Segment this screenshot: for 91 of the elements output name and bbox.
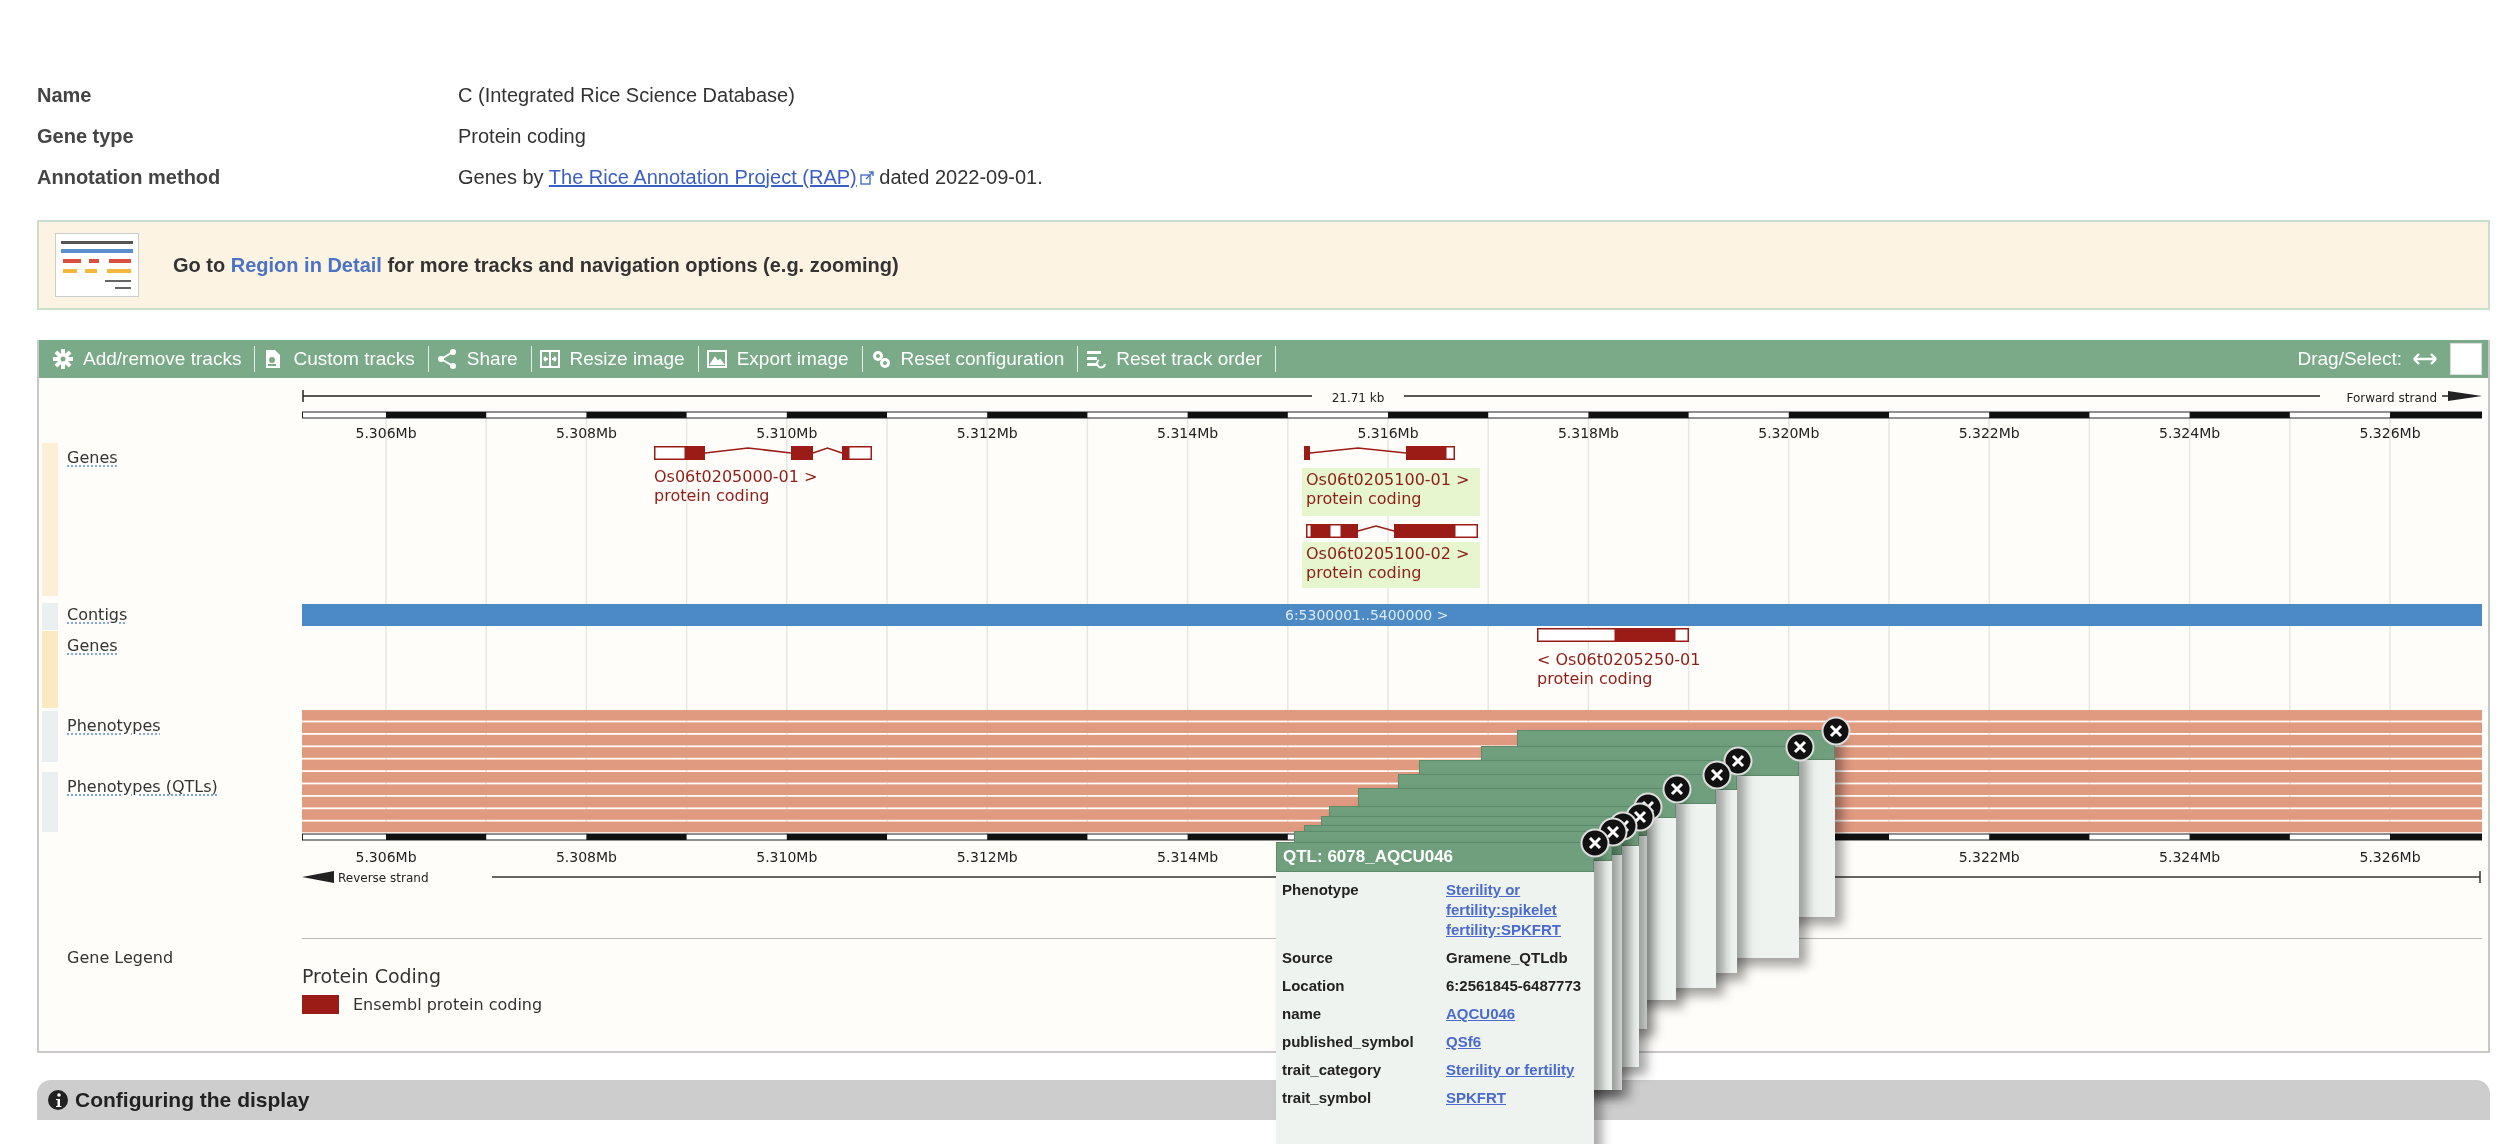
drag-select-label: Drag/Select:: [2297, 348, 2402, 370]
position-tick: 5.326Mb: [2359, 425, 2421, 441]
popup-field-value: Gramene_QTLdb: [1446, 949, 1568, 966]
position-tick: 5.306Mb: [355, 849, 417, 865]
toolbar-button[interactable]: Resize image: [531, 346, 699, 372]
toolbar-button[interactable]: Custom tracks: [255, 346, 429, 372]
toolbar-button[interactable]: Add/remove tracks: [45, 346, 256, 372]
scale-length: 21.71 kb: [1331, 391, 1385, 405]
popup-link[interactable]: QSf6: [1446, 1032, 1592, 1052]
position-tick: 5.322Mb: [1958, 425, 2020, 441]
transcript-name: < Os06t0205250-01: [1537, 650, 1701, 669]
close-button[interactable]: [1580, 828, 1610, 858]
popup-link[interactable]: SPKFRT: [1446, 1088, 1592, 1108]
resize-icon: [538, 348, 561, 370]
transcript-name: Os06t0205000-01 >: [654, 467, 818, 486]
popup-link[interactable]: Sterility or fertility: [1446, 1060, 1592, 1080]
transcript-drawing[interactable]: [1537, 628, 1689, 642]
annotation-text: Genes by The Rice Annotation Project (RAP) dated 2022-09-01.: [458, 166, 1044, 189]
transcript-drawing[interactable]: [1304, 446, 1455, 460]
toolbar-button[interactable]: Reset configuration: [862, 346, 1079, 372]
info-icon: [47, 1089, 69, 1111]
position-tick: 5.314Mb: [1157, 849, 1219, 865]
popup-field-label: name: [1282, 1004, 1323, 1024]
strand-label: Reverse strand: [338, 871, 429, 885]
popup-title: QTL: 6078_AQCU046: [1276, 842, 1594, 872]
transcript-drawing[interactable]: [654, 446, 872, 460]
field-label: Name: [37, 84, 93, 107]
track-label[interactable]: Phenotypes: [67, 716, 161, 735]
contig-label: 6:5300001..5400000 >: [1285, 607, 1449, 623]
popup-field-label: trait_symbol: [1282, 1088, 1373, 1108]
close-button[interactable]: [1785, 732, 1815, 762]
position-tick: 5.312Mb: [956, 849, 1018, 865]
section-title: Configuring the display: [75, 1088, 310, 1112]
position-tick: 5.306Mb: [355, 425, 417, 441]
track-label[interactable]: Phenotypes (QTLs): [67, 777, 218, 796]
close-button[interactable]: [1821, 716, 1851, 746]
field-value: Protein coding: [458, 125, 587, 148]
toolbar-button[interactable]: Reset track order: [1078, 346, 1277, 372]
external-link-icon: [859, 171, 874, 185]
field-label: Annotation method: [37, 166, 222, 189]
legend-label: Ensembl protein coding: [353, 995, 543, 1014]
field-value: C (Integrated Rice Science Database): [458, 84, 796, 107]
position-tick: 5.308Mb: [555, 849, 617, 865]
popup-field-label: trait_category: [1282, 1060, 1383, 1080]
reverse-arrow-icon: [302, 871, 334, 883]
close-button[interactable]: [1662, 774, 1692, 804]
transcript-name: Os06t0205100-01 >: [1306, 470, 1470, 489]
track-label[interactable]: Genes: [67, 448, 118, 467]
share-icon: [435, 348, 458, 370]
popup-link[interactable]: Sterility or fertility:spikelet fertility:SPKFRT: [1446, 880, 1592, 940]
field-label: Gene type: [37, 125, 135, 148]
popup-field-label: Location: [1282, 976, 1346, 996]
toolbar-button[interactable]: Export image: [698, 346, 863, 372]
region-thumbnail-icon: [55, 233, 139, 297]
toolbar-button[interactable]: Share: [428, 346, 532, 372]
position-tick: 5.312Mb: [956, 425, 1018, 441]
horizontal-arrows-icon[interactable]: [2412, 352, 2438, 366]
position-tick: 5.326Mb: [2359, 849, 2421, 865]
popup-field-value: 6:2561845-6487773: [1446, 977, 1582, 994]
transcript-drawing[interactable]: [1306, 524, 1478, 538]
close-button[interactable]: [1702, 760, 1732, 790]
position-tick: 5.310Mb: [756, 849, 818, 865]
popup-field-label: Source: [1282, 948, 1334, 968]
rap-link[interactable]: The Rice Annotation Project (RAP): [548, 166, 857, 188]
position-tick: 5.320Mb: [1758, 425, 1820, 441]
position-tick: 5.318Mb: [1557, 425, 1619, 441]
popup-link[interactable]: AQCU046: [1446, 1004, 1592, 1024]
position-tick: 5.310Mb: [756, 425, 818, 441]
track-label[interactable]: Genes: [67, 636, 118, 655]
banner-text: Go to Region in Detail for more tracks and navigation options (e.g. zooming): [173, 253, 899, 277]
biotype-label: protein coding: [1537, 669, 1653, 688]
biotype-label: protein coding: [1306, 563, 1422, 582]
position-tick: 5.316Mb: [1357, 425, 1419, 441]
region-in-detail-link[interactable]: Region in Detail: [230, 253, 382, 276]
transcript-name: Os06t0205100-02 >: [1306, 544, 1470, 563]
position-tick: 5.324Mb: [2159, 425, 2221, 441]
position-tick: 5.314Mb: [1157, 425, 1219, 441]
biotype-label: protein coding: [1306, 489, 1422, 508]
strand-label: Forward strand: [2346, 391, 2437, 405]
popup-field-label: Phenotype: [1282, 880, 1360, 900]
position-tick: 5.322Mb: [1958, 849, 2020, 865]
track-label[interactable]: Contigs: [67, 605, 128, 624]
select-toggle[interactable]: [2450, 343, 2482, 375]
list-icon: [1085, 348, 1108, 370]
legend-title: Gene Legend: [67, 948, 174, 967]
biotype-label: protein coding: [654, 486, 770, 505]
position-tick: 5.324Mb: [2159, 849, 2221, 865]
position-tick: 5.308Mb: [555, 425, 617, 441]
popup-field-label: published_symbol: [1282, 1032, 1415, 1052]
image-icon: [705, 348, 728, 370]
legend-group-title: Protein Coding: [302, 965, 441, 987]
